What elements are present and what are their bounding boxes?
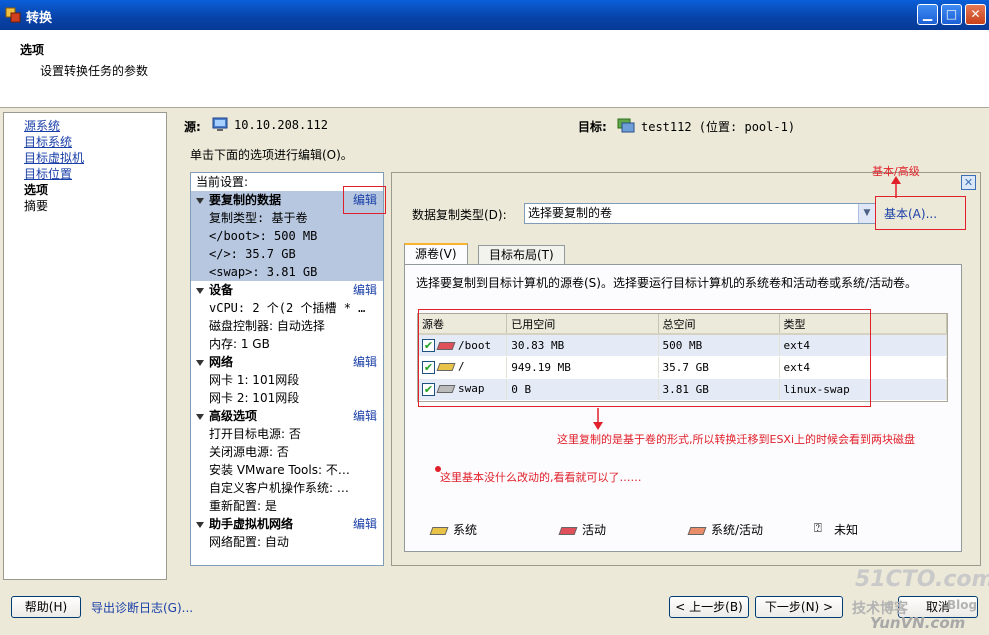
settings-line: 打开目标电源: 否 bbox=[209, 427, 301, 441]
current-settings-list: 当前设置: 要复制的数据 编辑 复制类型: 基于卷 </boot>: 500 M… bbox=[190, 172, 384, 566]
next-button[interactable]: 下一步(N) > bbox=[755, 596, 843, 618]
watermark-site: 51CTO.com bbox=[855, 567, 989, 592]
settings-line: 重新配置: 是 bbox=[209, 499, 277, 513]
system-active-volume-icon bbox=[687, 526, 707, 535]
settings-line: 自定义客户机操作系统: … bbox=[209, 481, 349, 495]
annotation-box-volumes bbox=[418, 309, 871, 407]
watermark-blog: Blog bbox=[947, 598, 978, 612]
legend-unknown: ⍰ 未知 bbox=[814, 521, 859, 537]
system-volume-icon bbox=[429, 526, 449, 535]
settings-line: 安装 VMware Tools: 不… bbox=[209, 463, 350, 477]
target-label: 目标: bbox=[578, 120, 607, 134]
nav-item-target-vm[interactable]: 目标虚拟机 bbox=[24, 151, 84, 166]
converter-app-icon bbox=[5, 7, 21, 23]
settings-line: 网卡 1: 101网段 bbox=[209, 373, 300, 387]
chevron-down-icon: ▼ bbox=[858, 204, 875, 223]
edit-network-link[interactable]: 编辑 bbox=[353, 353, 377, 371]
back-button[interactable]: < 上一步(B) bbox=[669, 596, 749, 618]
settings-line: 内存: 1 GB bbox=[209, 337, 270, 351]
settings-line: <swap>: 3.81 GB bbox=[191, 263, 383, 281]
settings-line: 磁盘控制器: 自动选择 bbox=[209, 319, 325, 333]
title-bar: 转换 ▁ □ ✕ bbox=[0, 0, 989, 30]
export-diagnostic-log-link[interactable]: 导出诊断日志(G)... bbox=[91, 599, 193, 616]
settings-line: 关闭源电源: 否 bbox=[209, 445, 289, 459]
edit-helper-vm-network-link[interactable]: 编辑 bbox=[353, 515, 377, 533]
watermark-yunvn: YunVN.com bbox=[870, 614, 966, 632]
edit-advanced-link[interactable]: 编辑 bbox=[353, 407, 377, 425]
settings-section-helper-vm-network[interactable]: 助手虚拟机网络 编辑 bbox=[191, 515, 383, 533]
nav-item-target-location[interactable]: 目标位置 bbox=[24, 167, 72, 182]
minimize-button[interactable]: ▁ bbox=[917, 4, 938, 25]
annotation-arrow-up-icon bbox=[891, 176, 901, 198]
legend-system-active: 系统/活动 bbox=[686, 521, 763, 538]
nav-item-source-system[interactable]: 源系统 bbox=[24, 119, 60, 134]
unknown-volume-icon: ⍰ bbox=[814, 521, 822, 536]
close-icon: ✕ bbox=[963, 176, 974, 189]
page-subtitle: 设置转换任务的参数 bbox=[40, 64, 149, 78]
collapse-triangle-icon bbox=[196, 197, 204, 204]
settings-line: </boot>: 500 MB bbox=[191, 227, 383, 245]
settings-line: </>: 35.7 GB bbox=[191, 245, 383, 263]
edit-devices-link[interactable]: 编辑 bbox=[353, 281, 377, 299]
collapse-triangle-icon bbox=[196, 521, 204, 528]
annotation-box-edit bbox=[343, 186, 386, 214]
collapse-triangle-icon bbox=[196, 287, 204, 294]
volume-description: 选择要复制到目标计算机的源卷(S)。选择要运行目标计算机的系统卷和活动卷或系统/… bbox=[416, 276, 918, 290]
copy-type-select[interactable]: 选择要复制的卷 ▼ bbox=[524, 203, 876, 224]
source-address: 10.10.208.112 bbox=[234, 118, 328, 132]
close-button[interactable]: ✕ bbox=[965, 4, 986, 25]
collapse-triangle-icon bbox=[196, 359, 204, 366]
tab-source-volumes[interactable]: 源卷(V) bbox=[404, 243, 468, 265]
maximize-icon: □ bbox=[945, 7, 958, 21]
tab-target-layout[interactable]: 目标布局(T) bbox=[478, 245, 565, 265]
window-title: 转换 bbox=[26, 11, 53, 26]
copy-type-label: 数据复制类型(D): bbox=[412, 208, 507, 222]
wizard-steps-nav: 源系统 目标系统 目标虚拟机 目标位置 选项 摘要 bbox=[3, 112, 167, 580]
annotation-volume-note: 这里复制的是基于卷的形式,所以转换迁移到ESXi上的时候会看到两块磁盘 bbox=[557, 433, 916, 446]
legend-active: 活动 bbox=[557, 521, 606, 538]
settings-section-network[interactable]: 网络 编辑 bbox=[191, 353, 383, 371]
settings-line: vCPU: 2 个(2 个插槽 * … bbox=[209, 301, 366, 315]
nav-item-summary: 摘要 bbox=[24, 199, 49, 213]
maximize-button[interactable]: □ bbox=[941, 4, 962, 25]
active-volume-icon bbox=[558, 526, 578, 535]
page-title: 选项 bbox=[20, 43, 45, 57]
nav-item-target-system[interactable]: 目标系统 bbox=[24, 135, 72, 150]
settings-line: 网卡 2: 101网段 bbox=[209, 391, 300, 405]
edit-instruction: 单击下面的选项进行编辑(O)。 bbox=[190, 148, 353, 162]
virtual-machine-icon bbox=[617, 118, 635, 133]
annotation-box-mode bbox=[875, 196, 966, 230]
source-volumes-tab-body bbox=[404, 264, 962, 552]
minimize-icon: ▁ bbox=[922, 7, 933, 21]
settings-line: 网络配置: 自动 bbox=[209, 535, 289, 549]
legend-system: 系统 bbox=[428, 521, 477, 538]
close-icon: ✕ bbox=[970, 7, 981, 21]
computer-icon bbox=[212, 117, 228, 131]
collapse-triangle-icon bbox=[196, 413, 204, 420]
settings-section-advanced[interactable]: 高级选项 编辑 bbox=[191, 407, 383, 425]
source-label: 源: bbox=[184, 120, 201, 134]
target-name: test112 (位置: pool-1) bbox=[641, 120, 796, 134]
annotation-arrow-down-icon bbox=[593, 408, 603, 430]
wizard-header: 选项 设置转换任务的参数 bbox=[0, 30, 989, 108]
close-panel-button[interactable]: ✕ bbox=[961, 175, 976, 190]
help-button[interactable]: 帮助(H) bbox=[11, 596, 81, 618]
annotation-no-change-note: 这里基本没什么改动的,看看就可以了…… bbox=[440, 471, 642, 484]
nav-item-options: 选项 bbox=[24, 183, 49, 197]
settings-section-devices[interactable]: 设备 编辑 bbox=[191, 281, 383, 299]
